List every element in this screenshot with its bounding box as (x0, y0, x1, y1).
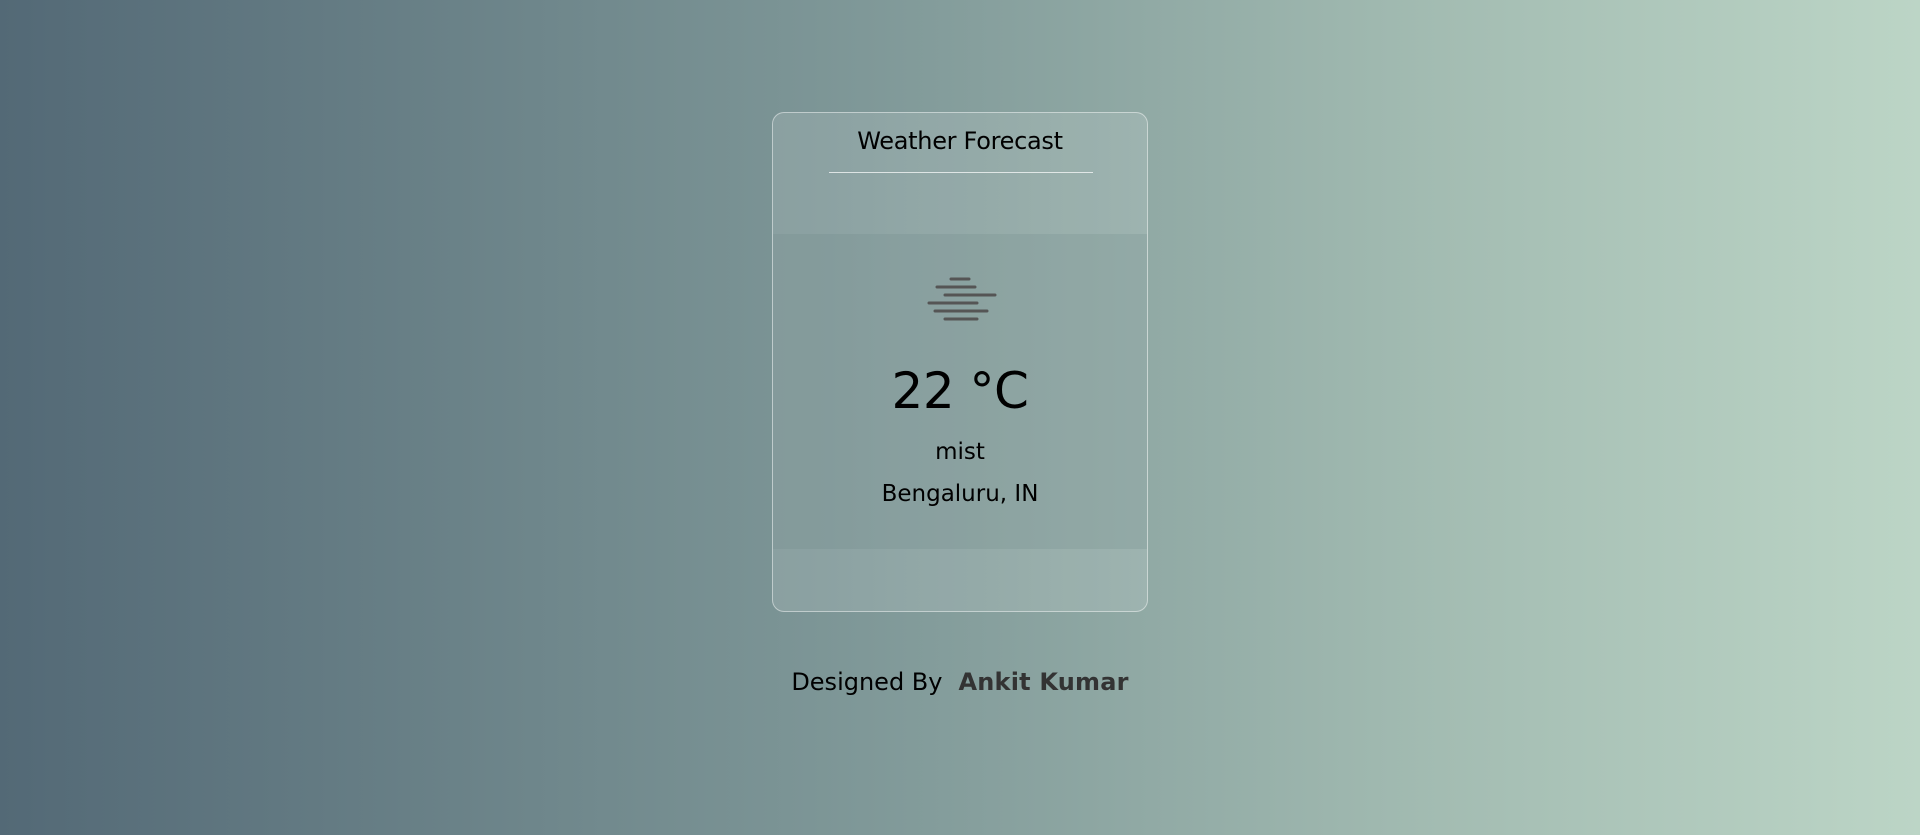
weather-condition: mist (935, 439, 985, 465)
location: Bengaluru, IN (881, 481, 1039, 507)
mist-icon (927, 277, 997, 321)
weather-panel: 22 °C mist Bengaluru, IN (773, 234, 1147, 549)
designed-by-label: Designed By (791, 668, 943, 696)
card-title: Weather Forecast (857, 127, 1063, 155)
title-divider (829, 172, 1093, 173)
author-name: Ankit Kumar (958, 668, 1129, 696)
temperature: 22 °C (891, 362, 1029, 420)
weather-card: Weather Forecast 22 °C mist Bengaluru, I… (772, 112, 1148, 612)
footer-credit: Designed By Ankit Kumar (0, 666, 1920, 698)
